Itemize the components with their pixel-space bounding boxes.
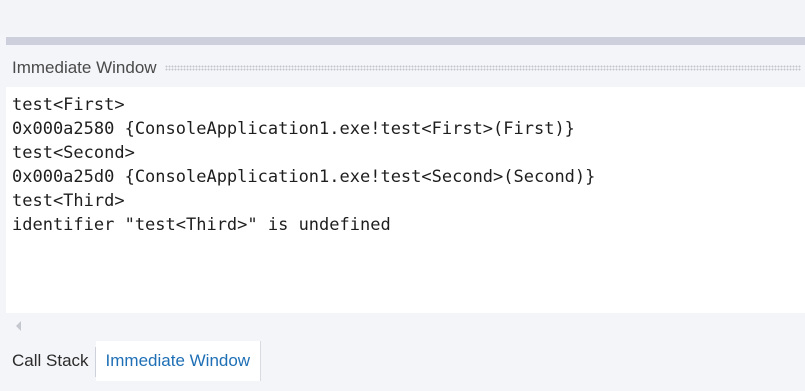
output-line[interactable]: 0x000a2580 {ConsoleApplication1.exe!test… xyxy=(12,117,595,141)
scroll-left-icon[interactable] xyxy=(16,321,21,331)
output-line[interactable]: 0x000a25d0 {ConsoleApplication1.exe!test… xyxy=(12,165,595,189)
output-line[interactable]: test<Third> xyxy=(12,189,595,213)
title-grip-pattern xyxy=(164,65,801,71)
tab-call-stack[interactable]: Call Stack xyxy=(6,341,95,381)
output-line[interactable]: test<Second> xyxy=(12,141,595,165)
tool-window-tabs: Call Stack Immediate Window xyxy=(6,341,805,381)
panel-divider[interactable] xyxy=(6,37,805,45)
output-line[interactable]: identifier "test<Third>" is undefined xyxy=(12,213,595,237)
tool-window-title-bar[interactable]: Immediate Window xyxy=(6,49,805,87)
tab-immediate-window[interactable]: Immediate Window xyxy=(95,341,262,381)
window-title: Immediate Window xyxy=(12,58,157,77)
immediate-output-editor[interactable]: test<First> 0x000a2580 {ConsoleApplicati… xyxy=(6,87,805,313)
output-lines: test<First> 0x000a2580 {ConsoleApplicati… xyxy=(12,93,595,237)
top-toolbar-area xyxy=(0,0,805,34)
horizontal-scrollbar[interactable] xyxy=(6,313,805,339)
immediate-window-panel: Immediate Window test<First> 0x000a2580 … xyxy=(0,0,805,391)
output-line[interactable]: test<First> xyxy=(12,93,595,117)
